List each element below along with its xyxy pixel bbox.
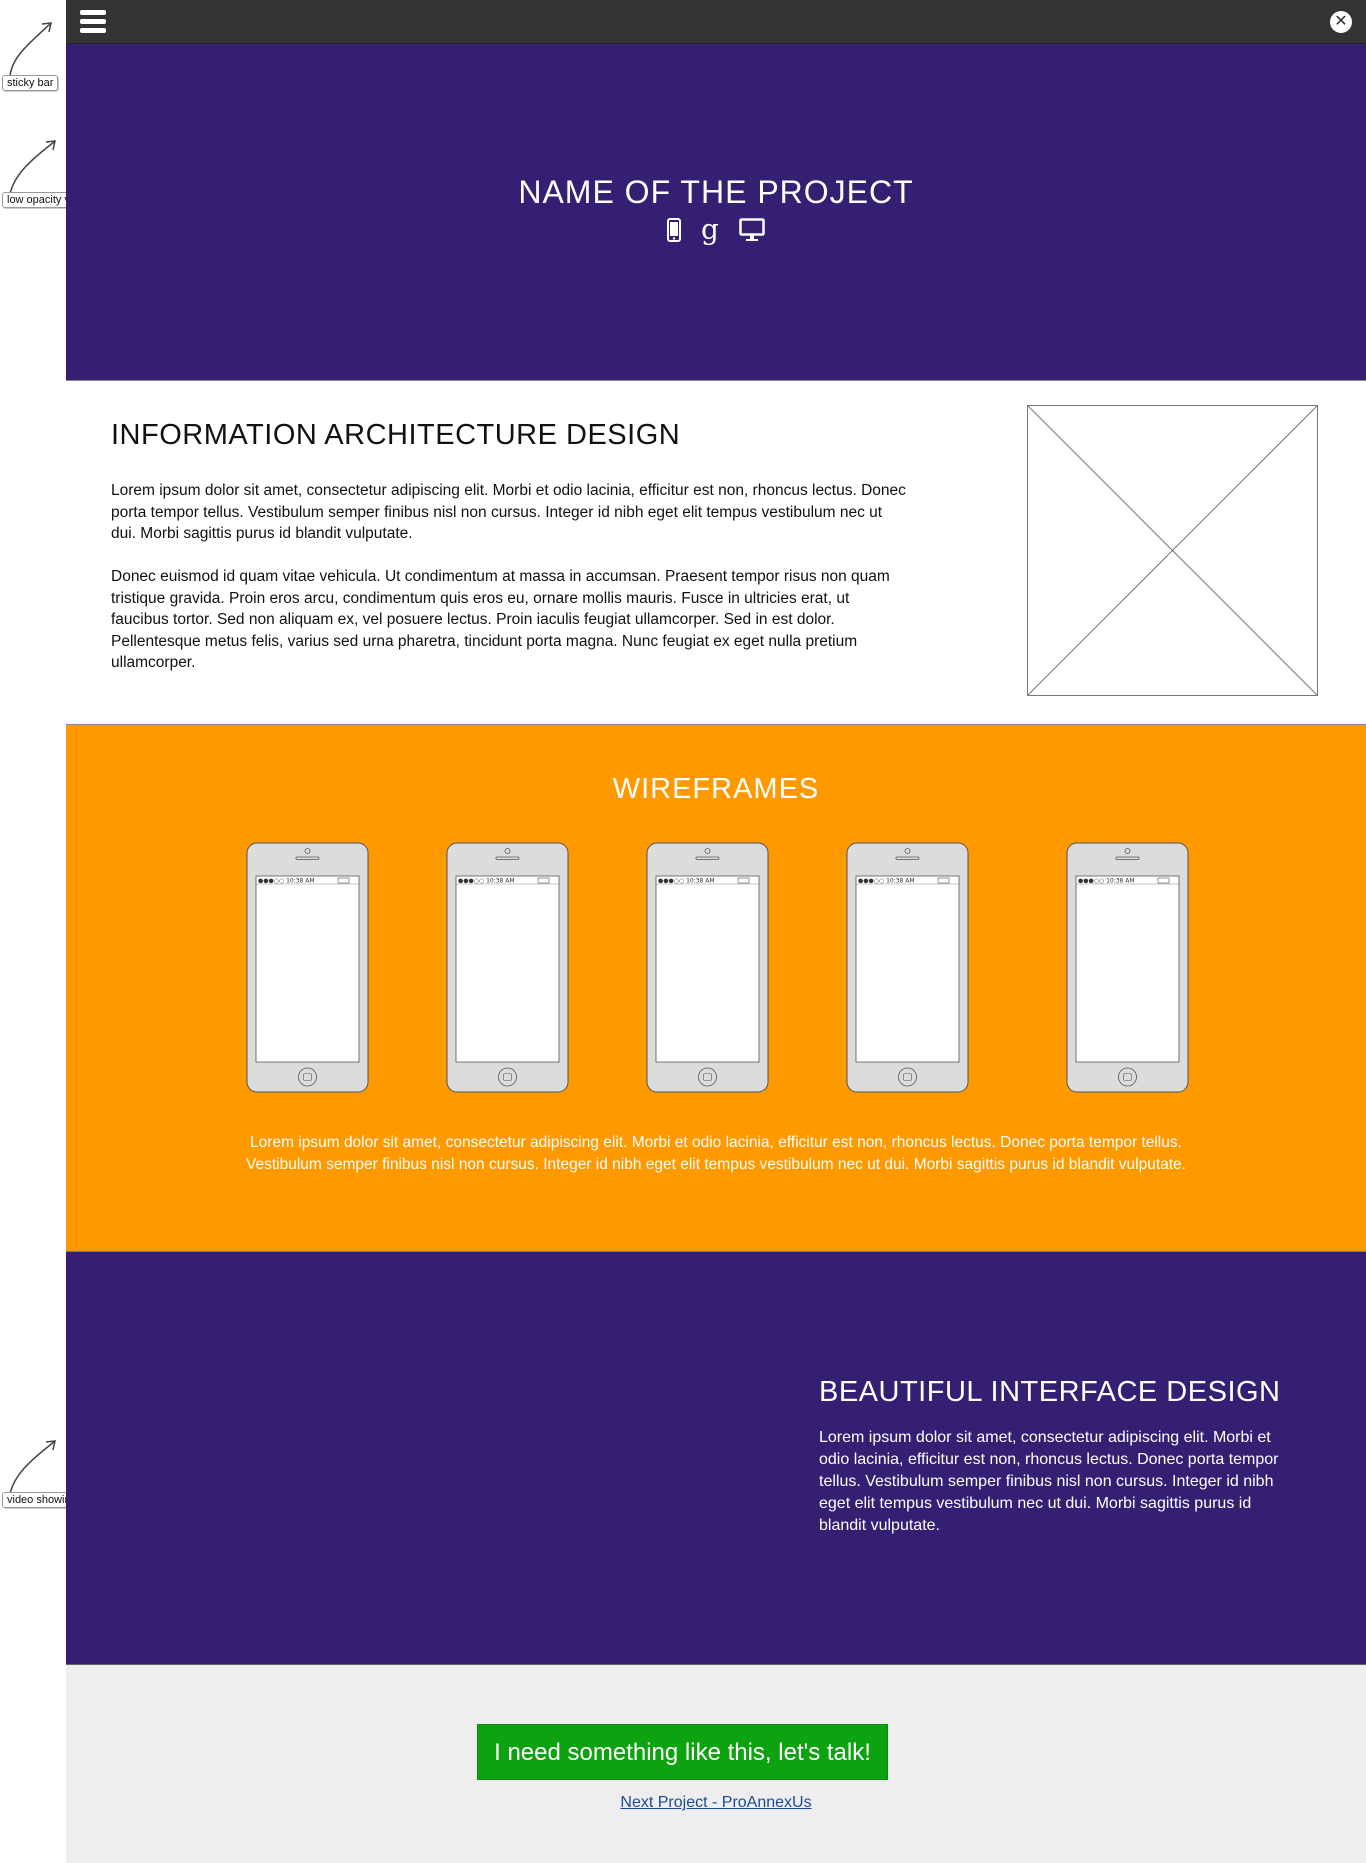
annotation-arrow [9, 22, 52, 77]
close-icon[interactable]: ✕ [1330, 11, 1352, 33]
wireframes-heading: WIREFRAMES [612, 773, 820, 805]
wireframes-description: Lorem ipsum dolor sit amet, consectetur … [246, 1134, 1186, 1173]
wireframes-section: WIREFRAMES ●●●○○ 10:38 AM ●●●○○ 10:38 AM ●… [66, 725, 1366, 1252]
interface-description: Lorem ipsum dolor sit amet, consectetur … [819, 1429, 1279, 1534]
hero-section: NAME OF THE PROJECT g [66, 44, 1366, 380]
project-title: NAME OF THE PROJECT [518, 174, 914, 210]
phone-wireframe: ●●●○○ 10:38 AM [1066, 842, 1189, 1093]
annotation-arrow [9, 1440, 56, 1495]
svg-text:●●●○○ 10:38 AM: ●●●○○ 10:38 AM [1078, 878, 1135, 885]
next-project-link[interactable]: Next Project - ProAnnexUs [66, 1794, 1366, 1812]
annotation-arrow [9, 140, 56, 195]
svg-text:●●●○○ 10:38 AM: ●●●○○ 10:38 AM [258, 878, 315, 885]
ia-paragraph: Lorem ipsum dolor sit amet, consectetur … [111, 482, 906, 542]
ia-heading: INFORMATION ARCHITECTURE DESIGN [111, 419, 681, 451]
ia-paragraph: Donec euismod id quam vitae vehicula. Ut… [111, 568, 890, 671]
svg-text:●●●○○ 10:38 AM: ●●●○○ 10:38 AM [858, 878, 915, 885]
annotation-sticky-bar: sticky bar [2, 75, 59, 91]
google-icon: g [701, 213, 719, 246]
sticky-bar: ✕ [66, 0, 1366, 44]
interface-heading: BEAUTIFUL INTERFACE DESIGN [819, 1376, 1281, 1408]
phone-wireframe: ●●●○○ 10:38 AM [246, 842, 369, 1093]
platform-icons: g [66, 213, 1366, 246]
menu-icon[interactable] [80, 10, 106, 34]
contact-cta-button[interactable]: I need something like this, let's talk! [477, 1724, 888, 1780]
image-placeholder [1027, 405, 1318, 696]
mobile-icon [667, 218, 682, 242]
phone-wireframe: ●●●○○ 10:38 AM [446, 842, 569, 1093]
interface-section: BEAUTIFUL INTERFACE DESIGN Lorem ipsum d… [66, 1252, 1366, 1664]
desktop-icon [739, 218, 765, 241]
phone-wireframe: ●●●○○ 10:38 AM [646, 842, 769, 1093]
phone-wireframe: ●●●○○ 10:38 AM [846, 842, 969, 1093]
information-architecture-section: INFORMATION ARCHITECTURE DESIGN Lorem ip… [66, 380, 1366, 725]
svg-text:●●●○○ 10:38 AM: ●●●○○ 10:38 AM [658, 878, 715, 885]
svg-text:●●●○○ 10:38 AM: ●●●○○ 10:38 AM [458, 878, 515, 885]
cta-section: I need something like this, let's talk! … [66, 1664, 1366, 1863]
